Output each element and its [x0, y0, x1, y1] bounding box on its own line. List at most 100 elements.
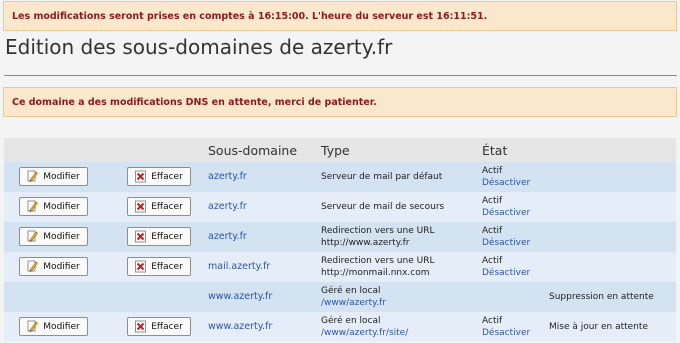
delete-cell: Effacer	[127, 162, 208, 192]
type-path-link[interactable]: /www/azerty.fr/site/	[321, 328, 408, 338]
header-note	[549, 138, 676, 162]
pending-alert-text: Ce domaine a des modifications DNS en at…	[12, 96, 377, 108]
type-cell: Géré en local/www/azerty.fr/site/	[321, 312, 482, 342]
modify-button[interactable]: Modifier	[19, 227, 88, 246]
type-line1: Serveur de mail de secours	[321, 202, 445, 212]
pending-note: Mise à jour en attente	[549, 322, 648, 332]
state-label: Actif	[482, 316, 503, 326]
header-actions-modify	[4, 138, 127, 162]
deactivate-link[interactable]: Désactiver	[482, 267, 549, 279]
subdomain-link[interactable]: azerty.fr	[208, 231, 247, 242]
state-label: Actif	[482, 256, 503, 266]
type-line1: Redirection vers une URL	[321, 226, 435, 236]
deactivate-link[interactable]: Désactiver	[482, 177, 549, 189]
modify-cell: Modifier	[4, 312, 127, 342]
note-cell: Suppression en attente	[549, 282, 676, 312]
state-label: Actif	[482, 166, 503, 176]
type-cell: Serveur de mail par défaut	[321, 162, 482, 192]
type-line1: Serveur de mail par défaut	[321, 172, 443, 182]
table-row: Modifier Effacer www.azerty.fr Géré en loca…	[4, 312, 676, 342]
note-cell	[549, 192, 676, 222]
subdomain-link[interactable]: www.azerty.fr	[208, 321, 272, 332]
modify-button[interactable]: Modifier	[19, 317, 88, 336]
modify-label: Modifier	[43, 261, 80, 272]
type-line1: Géré en local	[321, 316, 381, 326]
delete-label: Effacer	[151, 231, 183, 242]
header-type: Type	[321, 142, 350, 158]
subdomain-link[interactable]: mail.azerty.fr	[208, 261, 270, 272]
table-row: Modifier Effacer azerty.fr Serveur de mail …	[4, 192, 676, 222]
modify-cell: Modifier	[4, 252, 127, 282]
modify-label: Modifier	[43, 231, 80, 242]
subdomain-link[interactable]: www.azerty.fr	[208, 291, 272, 302]
delete-button[interactable]: Effacer	[127, 227, 191, 246]
type-line1: Géré en local	[321, 286, 381, 296]
delete-x-icon	[135, 170, 147, 183]
delete-button[interactable]: Effacer	[127, 257, 191, 276]
modify-cell	[4, 282, 127, 312]
delete-label: Effacer	[151, 261, 183, 272]
state-cell: Actif Désactiver	[482, 312, 549, 342]
type-path-link[interactable]: /www/azerty.fr	[321, 298, 386, 308]
note-cell	[549, 252, 676, 282]
state-cell	[482, 282, 549, 312]
type-line2: http://www.azerty.fr	[321, 238, 410, 248]
delete-label: Effacer	[151, 171, 183, 182]
type-cell: Redirection vers une URL http://monmail.n…	[321, 252, 482, 282]
table-row: www.azerty.fr Géré en local/www/azerty.fr…	[4, 282, 676, 312]
modify-label: Modifier	[43, 321, 80, 332]
delete-x-icon	[135, 230, 147, 243]
subdomain-cell: www.azerty.fr	[208, 282, 321, 312]
pencil-icon	[27, 320, 39, 332]
subdomains-table: Sous-domaine Type État Modifier Effacer az…	[4, 138, 676, 342]
pencil-icon	[27, 200, 39, 212]
deactivate-link[interactable]: Désactiver	[482, 207, 549, 219]
modify-label: Modifier	[43, 201, 80, 212]
subdomain-cell: azerty.fr	[208, 162, 321, 192]
pencil-icon	[27, 170, 39, 182]
state-cell: Actif Désactiver	[482, 192, 549, 222]
state-cell: Actif Désactiver	[482, 252, 549, 282]
schedule-alert: Les modifications seront prises en compt…	[3, 1, 677, 31]
state-cell: Actif Désactiver	[482, 222, 549, 252]
delete-button[interactable]: Effacer	[127, 197, 191, 216]
table-header-row: Sous-domaine Type État	[4, 138, 676, 162]
type-cell: Serveur de mail de secours	[321, 192, 482, 222]
modify-button[interactable]: Modifier	[19, 257, 88, 276]
title-divider	[4, 75, 677, 76]
delete-x-icon	[135, 320, 147, 333]
type-cell: Redirection vers une URL http://www.azert…	[321, 222, 482, 252]
pencil-icon	[27, 260, 39, 272]
delete-label: Effacer	[151, 321, 183, 332]
note-cell	[549, 162, 676, 192]
type-line1: Redirection vers une URL	[321, 256, 435, 266]
modify-label: Modifier	[43, 171, 80, 182]
table-row: Modifier Effacer mail.azerty.fr Redirection…	[4, 252, 676, 282]
page-title: Edition des sous-domaines de azerty.fr	[5, 35, 393, 59]
schedule-alert-text: Les modifications seront prises en compt…	[12, 10, 488, 22]
subdomain-cell: azerty.fr	[208, 222, 321, 252]
pending-note: Suppression en attente	[549, 292, 654, 302]
deactivate-link[interactable]: Désactiver	[482, 327, 549, 339]
modify-cell: Modifier	[4, 222, 127, 252]
type-cell: Géré en local/www/azerty.fr	[321, 282, 482, 312]
delete-x-icon	[135, 260, 147, 273]
modify-cell: Modifier	[4, 162, 127, 192]
deactivate-link[interactable]: Désactiver	[482, 237, 549, 249]
subdomain-link[interactable]: azerty.fr	[208, 171, 247, 182]
modify-button[interactable]: Modifier	[19, 167, 88, 186]
delete-label: Effacer	[151, 201, 183, 212]
delete-button[interactable]: Effacer	[127, 317, 191, 336]
pending-alert: Ce domaine a des modifications DNS en at…	[3, 87, 677, 117]
modify-button[interactable]: Modifier	[19, 197, 88, 216]
note-cell: Mise à jour en attente	[549, 312, 676, 342]
subdomain-link[interactable]: azerty.fr	[208, 201, 247, 212]
delete-cell	[127, 282, 208, 312]
note-cell	[549, 222, 676, 252]
delete-cell: Effacer	[127, 252, 208, 282]
delete-cell: Effacer	[127, 312, 208, 342]
table-row: Modifier Effacer azerty.fr Serveur de mail …	[4, 162, 676, 192]
header-actions-delete	[127, 138, 208, 162]
subdomain-cell: www.azerty.fr	[208, 312, 321, 342]
delete-button[interactable]: Effacer	[127, 167, 191, 186]
